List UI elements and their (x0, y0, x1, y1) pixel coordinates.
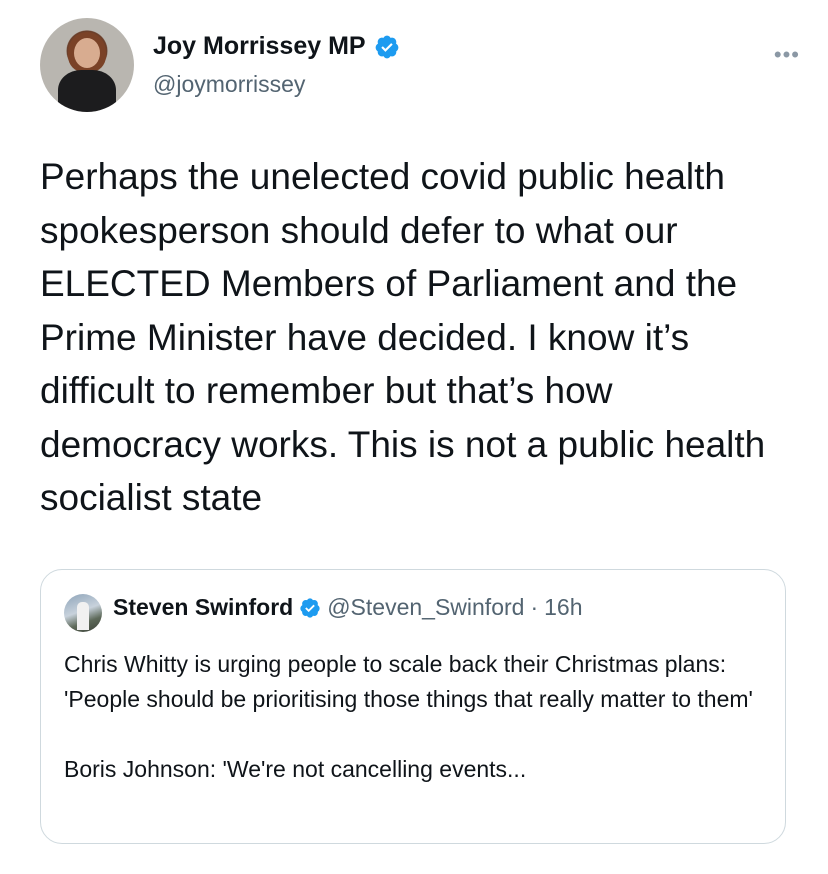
quoted-author-name: Steven Swinford (113, 594, 294, 620)
time-separator: · (530, 594, 539, 620)
author-name-row[interactable]: Joy Morrissey MP (153, 32, 400, 61)
quoted-tweet-header: Steven Swinford @Steven_Swinford · 16h (113, 594, 582, 621)
verified-badge-icon (375, 35, 398, 58)
quoted-author-handle: @Steven_Swinford (327, 594, 525, 620)
quoted-tweet-text-line1: Chris Whitty is urging people to scale b… (64, 651, 753, 712)
quoted-tweet-time: 16h (544, 594, 583, 620)
author-name[interactable]: Joy Morrissey MP (153, 32, 366, 61)
avatar-figure (77, 602, 89, 630)
avatar-body (58, 70, 116, 112)
avatar-face (74, 38, 100, 68)
more-options-icon[interactable]: ••• (774, 42, 800, 68)
tweet-header: Joy Morrissey MP @joymorrissey ••• (40, 18, 800, 114)
author-avatar[interactable] (40, 18, 134, 112)
quoted-tweet-text-line2: Boris Johnson: 'We're not cancelling eve… (64, 756, 527, 782)
quoted-tweet-text: Chris Whitty is urging people to scale b… (64, 647, 764, 787)
tweet-text: Perhaps the unelected covid public healt… (40, 156, 776, 518)
verified-badge-icon (300, 597, 320, 618)
quoted-author-avatar (64, 594, 102, 632)
quoted-tweet-card[interactable]: Steven Swinford @Steven_Swinford · 16h C… (40, 569, 786, 844)
author-handle[interactable]: @joymorrissey (153, 71, 305, 98)
